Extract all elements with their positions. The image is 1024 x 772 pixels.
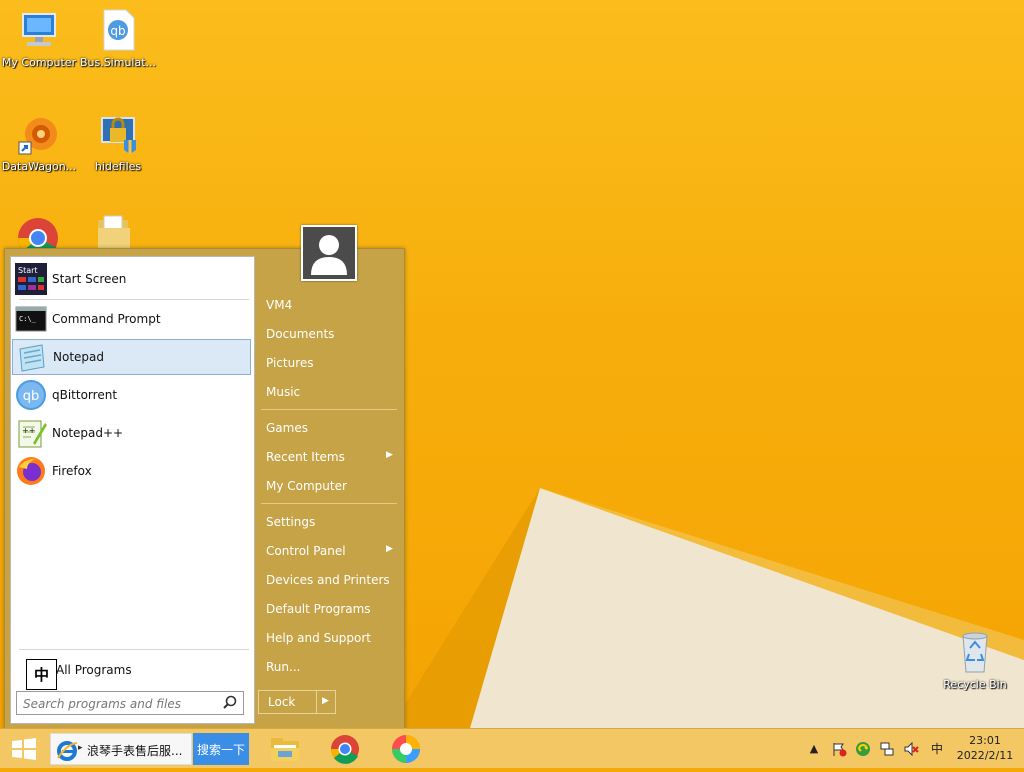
- desktop-icon-bus-simulator[interactable]: qb Bus.Simulat...: [79, 8, 157, 69]
- start-menu-programs-pane: Start Start Screen C:\_ Command Prompt N…: [10, 256, 255, 724]
- clock[interactable]: 23:01 2022/2/11: [952, 733, 1018, 763]
- sync-icon[interactable]: [855, 741, 871, 757]
- file-explorer-icon: [271, 738, 299, 761]
- datawagon-shortcut-icon: [17, 112, 61, 156]
- divider: [19, 299, 249, 300]
- divider: [261, 503, 397, 504]
- menu-item-control-panel[interactable]: Control Panel ▶: [266, 544, 393, 558]
- submenu-arrow-icon: ▶: [386, 450, 393, 460]
- chrome-icon: [330, 735, 359, 764]
- ime-tray-indicator[interactable]: 中: [929, 741, 945, 757]
- svg-text:qb: qb: [110, 24, 125, 38]
- computer-icon: [17, 8, 61, 52]
- lock-button[interactable]: Lock ▶: [258, 690, 336, 714]
- qbittorrent-icon: qb: [15, 379, 47, 411]
- search-go-button[interactable]: 搜索一下: [193, 733, 249, 765]
- svg-text:Start: Start: [18, 266, 38, 275]
- start-search-box[interactable]: [16, 691, 244, 715]
- start-screen-icon: Start: [15, 263, 47, 295]
- volume-muted-icon[interactable]: [903, 741, 919, 757]
- menu-item-documents[interactable]: Documents: [266, 327, 334, 341]
- start-menu: Start Start Screen C:\_ Command Prompt N…: [4, 225, 405, 730]
- folder-desktop-icon[interactable]: [96, 214, 132, 248]
- menu-item-help-and-support[interactable]: Help and Support: [266, 631, 371, 645]
- menu-item-settings[interactable]: Settings: [266, 515, 315, 529]
- ie-window-title: 浪琴手表售后服...: [87, 744, 183, 758]
- menu-item-games[interactable]: Games: [266, 421, 308, 435]
- network-icon[interactable]: [879, 741, 895, 757]
- notepad-icon: [16, 341, 48, 373]
- desktop-icon-recycle-bin[interactable]: Recycle Bin: [936, 630, 1014, 691]
- notepadpp-icon: ++: [15, 417, 47, 449]
- desktop-icon-hidefiles[interactable]: hidefiles: [79, 112, 157, 173]
- control-panel-label: Control Panel: [266, 544, 346, 558]
- colorful-browser-icon: [392, 735, 420, 763]
- submenu-arrow-icon: ▶: [386, 544, 393, 554]
- clock-date: 2022/2/11: [956, 749, 1014, 762]
- taskbar-file-explorer[interactable]: [266, 729, 304, 769]
- chrome-desktop-icon[interactable]: [16, 216, 60, 248]
- action-center-flag-icon[interactable]: [831, 741, 847, 757]
- firefox-icon: [15, 455, 47, 487]
- menu-item-music[interactable]: Music: [266, 385, 300, 399]
- divider: [316, 691, 317, 713]
- menu-item-run[interactable]: Run...: [266, 660, 300, 674]
- desktop-icon-my-computer[interactable]: My Computer: [0, 8, 78, 69]
- windows-logo-icon: [12, 738, 36, 760]
- search-input[interactable]: [21, 693, 215, 715]
- start-button[interactable]: [6, 729, 42, 769]
- menu-item-default-programs[interactable]: Default Programs: [266, 602, 371, 616]
- menu-item-my-computer[interactable]: My Computer: [266, 479, 347, 493]
- recent-items-label: Recent Items: [266, 450, 345, 464]
- svg-text:qb: qb: [23, 389, 40, 404]
- all-programs-button[interactable]: All Programs: [56, 663, 132, 677]
- lock-label: Lock: [268, 695, 296, 709]
- taskbar-chrome[interactable]: [326, 729, 364, 769]
- internet-explorer-icon: [57, 741, 78, 761]
- clock-time: 23:01: [969, 734, 1001, 747]
- program-notepad-plus-plus[interactable]: ++ Notepad++: [12, 415, 251, 451]
- taskbar: ▸ 浪琴手表售后服... 搜索一下 ▲ 中 23:01 2022/2/11: [0, 728, 1024, 768]
- menu-item-devices-and-printers[interactable]: Devices and Printers: [266, 573, 390, 587]
- menu-item-vm4[interactable]: VM4: [266, 298, 292, 312]
- command-prompt-icon: C:\_: [15, 303, 47, 335]
- user-avatar[interactable]: [301, 225, 357, 281]
- menu-item-pictures[interactable]: Pictures: [266, 356, 314, 370]
- recycle-bin-icon: [953, 630, 997, 674]
- taskbar-ie-window[interactable]: ▸ 浪琴手表售后服...: [50, 733, 192, 765]
- program-notepad[interactable]: Notepad: [12, 339, 251, 375]
- program-firefox[interactable]: Firefox: [12, 453, 251, 489]
- desktop-icon-datawagon[interactable]: DataWagon...: [0, 112, 78, 173]
- menu-item-recent-items[interactable]: Recent Items ▶: [266, 450, 393, 464]
- program-qbittorrent[interactable]: qb qBittorrent: [12, 377, 251, 413]
- dropdown-arrow-icon: ▸: [78, 743, 83, 753]
- program-command-prompt[interactable]: C:\_ Command Prompt: [12, 301, 251, 337]
- qbittorrent-file-icon: qb: [96, 8, 140, 52]
- svg-text:C:\_: C:\_: [19, 315, 37, 323]
- ime-indicator[interactable]: 中: [26, 659, 57, 690]
- svg-text:++: ++: [22, 426, 35, 435]
- divider: [19, 649, 249, 650]
- hidefiles-lock-icon: [96, 112, 140, 156]
- divider: [261, 409, 397, 410]
- search-icon[interactable]: [222, 695, 238, 711]
- tray-expand-icon[interactable]: ▲: [806, 741, 822, 757]
- program-start-screen[interactable]: Start Start Screen: [12, 261, 251, 297]
- taskbar-browser[interactable]: [387, 729, 425, 769]
- lock-options-arrow-icon[interactable]: ▶: [322, 696, 329, 706]
